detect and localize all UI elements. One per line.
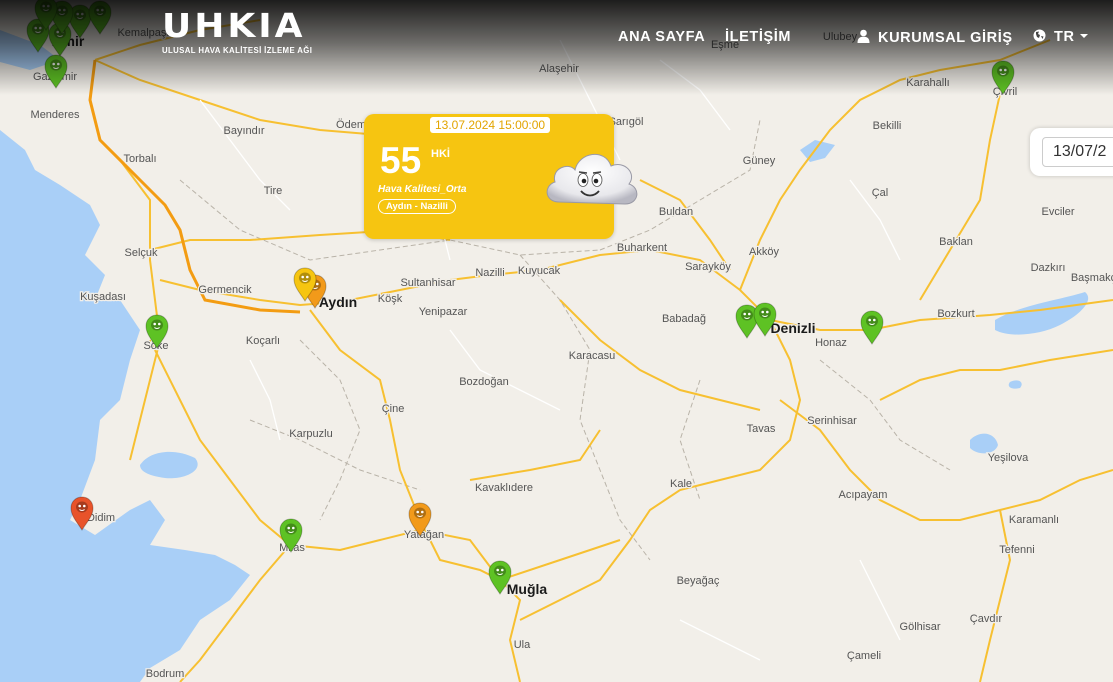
place-label: Güney (743, 155, 776, 167)
place-label: Muğla (507, 581, 548, 597)
place-label: Kuyucak (518, 265, 561, 277)
aqi-value: 55 (380, 140, 422, 181)
place-label: Nazilli (475, 267, 504, 279)
place-label: Buharkent (617, 242, 667, 254)
place-label: Bodrum (146, 668, 185, 680)
place-label: Bozdoğan (459, 376, 509, 388)
place-label: Yenipazar (419, 306, 468, 318)
place-label: Kuşadası (80, 291, 126, 303)
place-label: Serinhisar (807, 415, 857, 427)
place-label: Koçarlı (246, 335, 280, 347)
place-label: Köşk (378, 293, 403, 305)
place-label: Çine (382, 403, 405, 415)
place-label: Başmakçı (1071, 272, 1113, 284)
place-label: Menderes (31, 109, 80, 121)
date-input[interactable] (1042, 137, 1113, 167)
place-label: Kale (670, 478, 692, 490)
place-label: Yeşilova (988, 452, 1029, 464)
place-label: Çal (872, 187, 889, 199)
station-popup[interactable]: 13.07.2024 15:00:00 55 HKİ Hava Kalitesi… (364, 114, 638, 239)
place-label: Bekilli (873, 120, 902, 132)
corporate-login-label: KURUMSAL GİRİŞ (878, 30, 1013, 46)
place-label: Tavas (747, 423, 776, 435)
place-label: Germencik (198, 284, 252, 296)
place-label: Ulubey (823, 31, 858, 43)
place-label: Torbalı (123, 153, 156, 165)
place-label: Honaz (815, 337, 847, 349)
chevron-down-icon (1079, 34, 1088, 38)
nav-corporate-login-link[interactable]: KURUMSAL GİRİŞ (857, 29, 1013, 46)
place-label: Bozkurt (937, 308, 974, 320)
place-label: Karacasu (569, 350, 615, 362)
popup-datetime: 13.07.2024 15:00:00 (430, 117, 551, 133)
aqi-unit: HKİ (431, 148, 450, 160)
place-label: Beyağaç (677, 575, 720, 587)
place-label: Kavaklıdere (475, 482, 533, 494)
place-label: Denizli (770, 320, 815, 336)
place-label: Evciler (1041, 206, 1074, 218)
place-label: Karpuzlu (289, 428, 332, 440)
nav-home-link[interactable]: ANA SAYFA (618, 29, 705, 45)
station-name-badge[interactable]: Aydın - Nazilli (378, 199, 456, 214)
place-label: Selçuk (124, 247, 158, 259)
smiling-cloud-icon (546, 154, 638, 205)
place-label: Aydın (319, 294, 357, 310)
place-label: Sarayköy (685, 261, 731, 273)
place-label: Bayındır (224, 125, 265, 137)
place-label: Tefenni (999, 544, 1034, 556)
place-label: Çameli (847, 650, 881, 662)
globe-icon (1033, 29, 1046, 42)
place-label: Baklan (939, 236, 973, 248)
place-label: Gölhisar (900, 621, 941, 633)
user-icon (857, 29, 870, 43)
place-label: Tire (264, 185, 283, 197)
place-label: Sultanhisar (400, 277, 455, 289)
language-label: TR (1054, 29, 1075, 45)
logo-subtitle: ULUSAL HAVA KALİTESİ İZLEME AĞI (162, 45, 313, 55)
place-label: Alaşehir (539, 63, 579, 75)
place-label: Acıpayam (839, 489, 888, 501)
place-label: Dazkırı (1031, 262, 1066, 274)
place-label: Karahallı (906, 77, 949, 89)
map[interactable]: İzmirKemalpaşaGaziemirMenderesBayındırTo… (0, 0, 1113, 682)
aqi-category: Hava Kalitesi_Orta (378, 184, 467, 195)
place-label: Karamanlı (1009, 514, 1059, 526)
place-label: Akköy (749, 246, 779, 258)
place-label: Çavdır (970, 613, 1003, 625)
logo-text: UHKIA (162, 7, 306, 46)
date-filter-panel (1030, 128, 1113, 176)
place-label: Ula (514, 639, 531, 651)
nav-contact-link[interactable]: İLETİŞİM (725, 29, 791, 45)
place-label: Babadağ (662, 313, 706, 325)
place-label: Buldan (659, 206, 693, 218)
language-selector[interactable]: TR (1033, 29, 1088, 45)
site-logo[interactable]: UHKIA ULUSAL HAVA KALİTESİ İZLEME AĞI (162, 7, 325, 55)
